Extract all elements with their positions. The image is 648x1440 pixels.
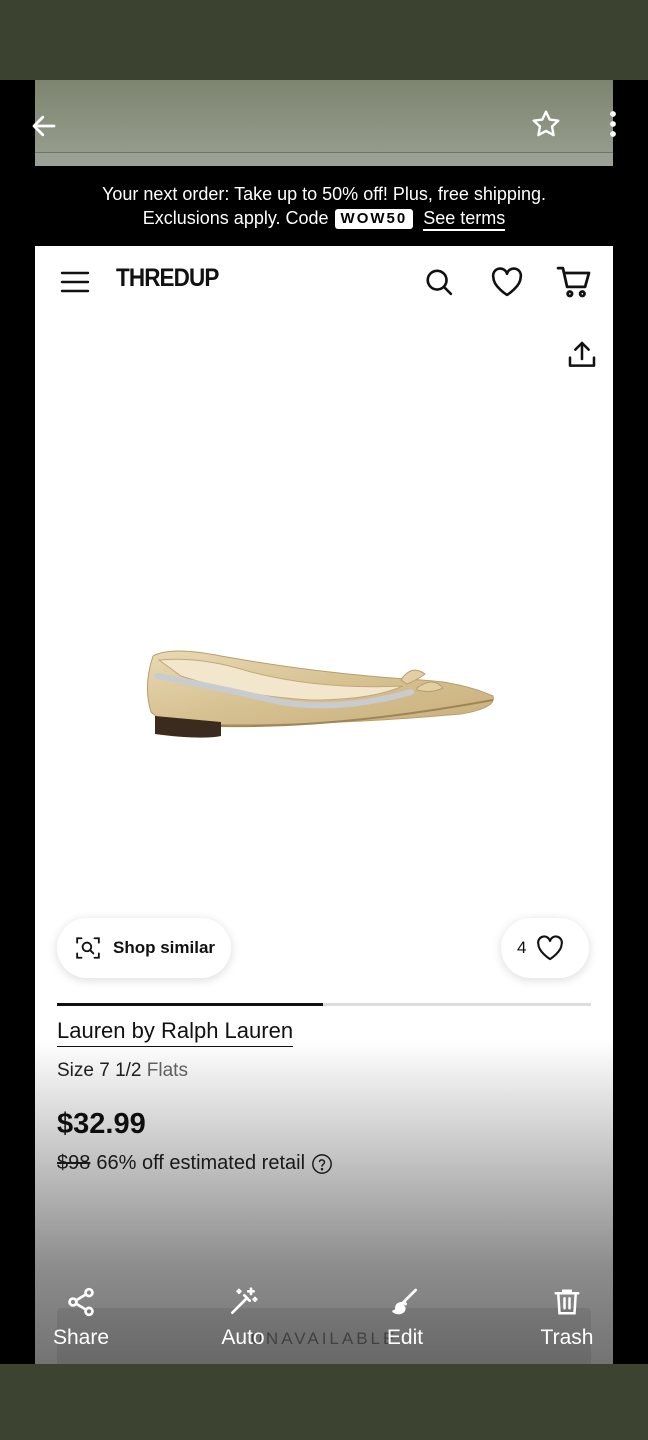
share-button[interactable]: Share xyxy=(31,1284,131,1364)
search-button[interactable] xyxy=(419,262,459,302)
auto-label: Auto xyxy=(221,1326,265,1349)
menu-button[interactable] xyxy=(55,262,95,302)
more-options-button[interactable] xyxy=(596,102,630,146)
back-button[interactable] xyxy=(22,104,66,148)
retail-comparison: $98 66% off estimated retail xyxy=(57,1152,333,1175)
trash-label: Trash xyxy=(540,1326,594,1349)
edit-label: Edit xyxy=(386,1326,424,1349)
promo-line-2: Exclusions apply. Code WOW50 See terms xyxy=(35,206,613,231)
navigation-area xyxy=(0,1364,648,1440)
promo-banner: Your next order: Take up to 50% off! Plu… xyxy=(35,166,613,246)
promo-code: WOW50 xyxy=(334,209,414,229)
category-label: Flats xyxy=(146,1060,188,1081)
shop-similar-label: Shop similar xyxy=(113,938,216,957)
product-image[interactable] xyxy=(141,616,501,746)
heart-outline-icon xyxy=(537,935,564,961)
wishlist-button[interactable] xyxy=(487,262,527,302)
visual-search-icon xyxy=(76,937,100,959)
favorite-count-button[interactable]: 4 xyxy=(501,918,589,978)
brand-link[interactable]: Lauren by Ralph Lauren xyxy=(57,1018,294,1047)
status-area xyxy=(0,0,648,80)
promo-prefix: Exclusions apply. Code xyxy=(142,208,329,228)
heart-outline-icon xyxy=(491,267,523,297)
brush-icon xyxy=(392,1288,417,1315)
hamburger-icon xyxy=(60,271,90,293)
share-upload-icon xyxy=(568,341,596,367)
promo-line-1: Your next order: Take up to 50% off! Plu… xyxy=(102,184,546,204)
favorite-star-button[interactable] xyxy=(524,102,568,146)
site-logo[interactable]: THREDUP xyxy=(116,264,219,293)
more-vertical-icon xyxy=(610,111,616,137)
header-divider xyxy=(35,152,613,166)
magic-wand-icon xyxy=(231,1287,258,1314)
size-label: Size 7 1/2 xyxy=(57,1060,142,1081)
carousel-active-segment xyxy=(57,1003,323,1006)
site-header: THREDUP xyxy=(35,246,613,320)
size-category: Size 7 1/2 Flats xyxy=(57,1060,188,1082)
edit-button[interactable]: Edit xyxy=(355,1284,455,1364)
favorite-count: 4 xyxy=(517,938,527,957)
cart-button[interactable] xyxy=(553,262,595,302)
search-icon xyxy=(426,269,453,296)
photo-toolbar: Share Auto Edit Trash xyxy=(0,1284,648,1364)
arrow-left-icon xyxy=(32,115,56,137)
product-price: $32.99 xyxy=(57,1108,146,1140)
see-terms-link[interactable]: See terms xyxy=(423,208,506,231)
share-label: Share xyxy=(52,1326,110,1349)
trash-button[interactable]: Trash xyxy=(517,1284,617,1364)
share-product-button[interactable] xyxy=(561,334,603,376)
discount-text: 66% off estimated retail xyxy=(96,1152,306,1174)
photo-viewer: Your next order: Take up to 50% off! Plu… xyxy=(0,80,648,1364)
product-page: THREDUP Shop similar 4 Lauren by Ralph L… xyxy=(35,246,613,1364)
help-circle-icon[interactable] xyxy=(311,1153,333,1175)
star-outline-icon xyxy=(532,110,560,137)
shop-similar-button[interactable]: Shop similar xyxy=(57,918,231,978)
trash-icon xyxy=(554,1289,580,1315)
cart-icon xyxy=(556,266,591,298)
image-carousel-indicator[interactable] xyxy=(57,1003,591,1006)
original-price: $98 xyxy=(57,1152,91,1174)
share-icon xyxy=(68,1287,94,1317)
auto-enhance-button[interactable]: Auto xyxy=(193,1284,293,1364)
